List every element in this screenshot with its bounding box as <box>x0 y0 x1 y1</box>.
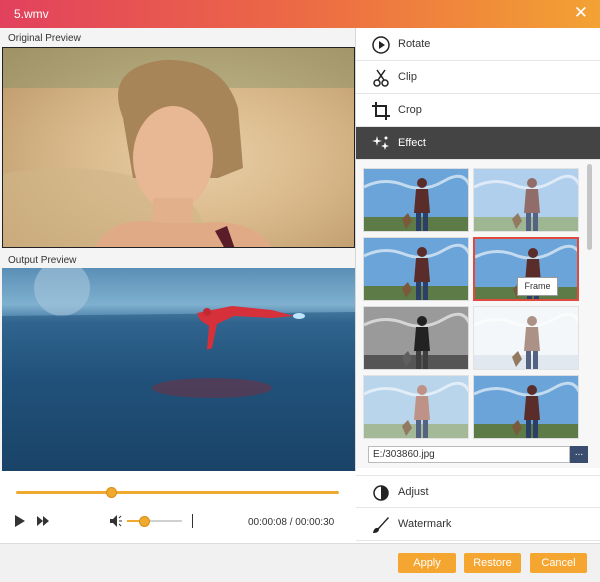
effect-thumbnail[interactable] <box>473 168 579 232</box>
menu-item-effect[interactable]: Effect <box>356 127 600 160</box>
volume-handle[interactable] <box>138 516 150 527</box>
play-button[interactable] <box>14 514 26 531</box>
original-preview-label: Original Preview <box>8 33 81 44</box>
effect-thumbnail[interactable] <box>363 375 469 439</box>
menu-item-watermark[interactable]: Watermark <box>356 508 600 541</box>
restore-button[interactable]: Restore <box>464 553 521 573</box>
rotate-icon <box>372 36 390 54</box>
menu-item-clip[interactable]: Clip <box>356 61 600 94</box>
timeline-track[interactable] <box>16 491 339 494</box>
menu-item-rotate[interactable]: Rotate <box>356 28 600 61</box>
effect-thumbnail[interactable] <box>363 306 469 370</box>
output-preview-label: Output Preview <box>8 255 77 266</box>
original-preview-video <box>2 47 355 248</box>
volume-icon[interactable] <box>110 515 122 530</box>
fast-forward-icon[interactable] <box>37 516 49 529</box>
adjust-icon <box>373 485 389 501</box>
effect-thumbnail[interactable] <box>473 306 579 370</box>
effect-thumbnail[interactable] <box>363 168 469 232</box>
menu-item-adjust[interactable]: Adjust <box>356 475 600 508</box>
menu-label: Clip <box>398 71 417 83</box>
brush-icon <box>373 517 389 533</box>
current-time: 00:00:08 <box>248 517 287 528</box>
close-icon[interactable]: ✕ <box>574 4 588 22</box>
cancel-button[interactable]: Cancel <box>530 553 587 573</box>
time-separator: / <box>289 517 293 528</box>
crop-icon <box>372 102 390 120</box>
menu-label: Watermark <box>398 518 452 530</box>
menu-label: Adjust <box>398 486 429 498</box>
total-time: 00:00:30 <box>295 517 335 528</box>
time-display: 00:00:08 / 00:00:30 <box>248 517 334 528</box>
scissors-icon <box>373 69 389 87</box>
player-controls <box>0 471 356 543</box>
apply-button[interactable]: Apply <box>398 553 456 573</box>
sparkle-icon <box>372 136 389 150</box>
divider <box>192 514 193 528</box>
menu-label: Crop <box>398 104 422 116</box>
browse-button[interactable]: ... <box>570 446 588 463</box>
effect-thumbnail[interactable] <box>473 375 579 439</box>
window-title: 5.wmv <box>14 7 49 21</box>
footer-bar: Apply Restore Cancel <box>0 543 600 582</box>
watermark-path-field[interactable]: E:/303860.jpg <box>368 446 570 463</box>
menu-label: Effect <box>398 137 426 149</box>
preview-panel: Original Preview Output Preview <box>0 28 356 543</box>
title-bar: 5.wmv ✕ <box>0 0 600 28</box>
effect-tooltip: Frame <box>517 277 558 296</box>
menu-item-crop[interactable]: Crop <box>356 94 600 127</box>
thumbnail-scrollbar[interactable] <box>587 164 592 250</box>
effect-thumbnail[interactable] <box>363 237 469 301</box>
output-preview-video <box>2 268 355 471</box>
menu-label: Rotate <box>398 38 431 50</box>
